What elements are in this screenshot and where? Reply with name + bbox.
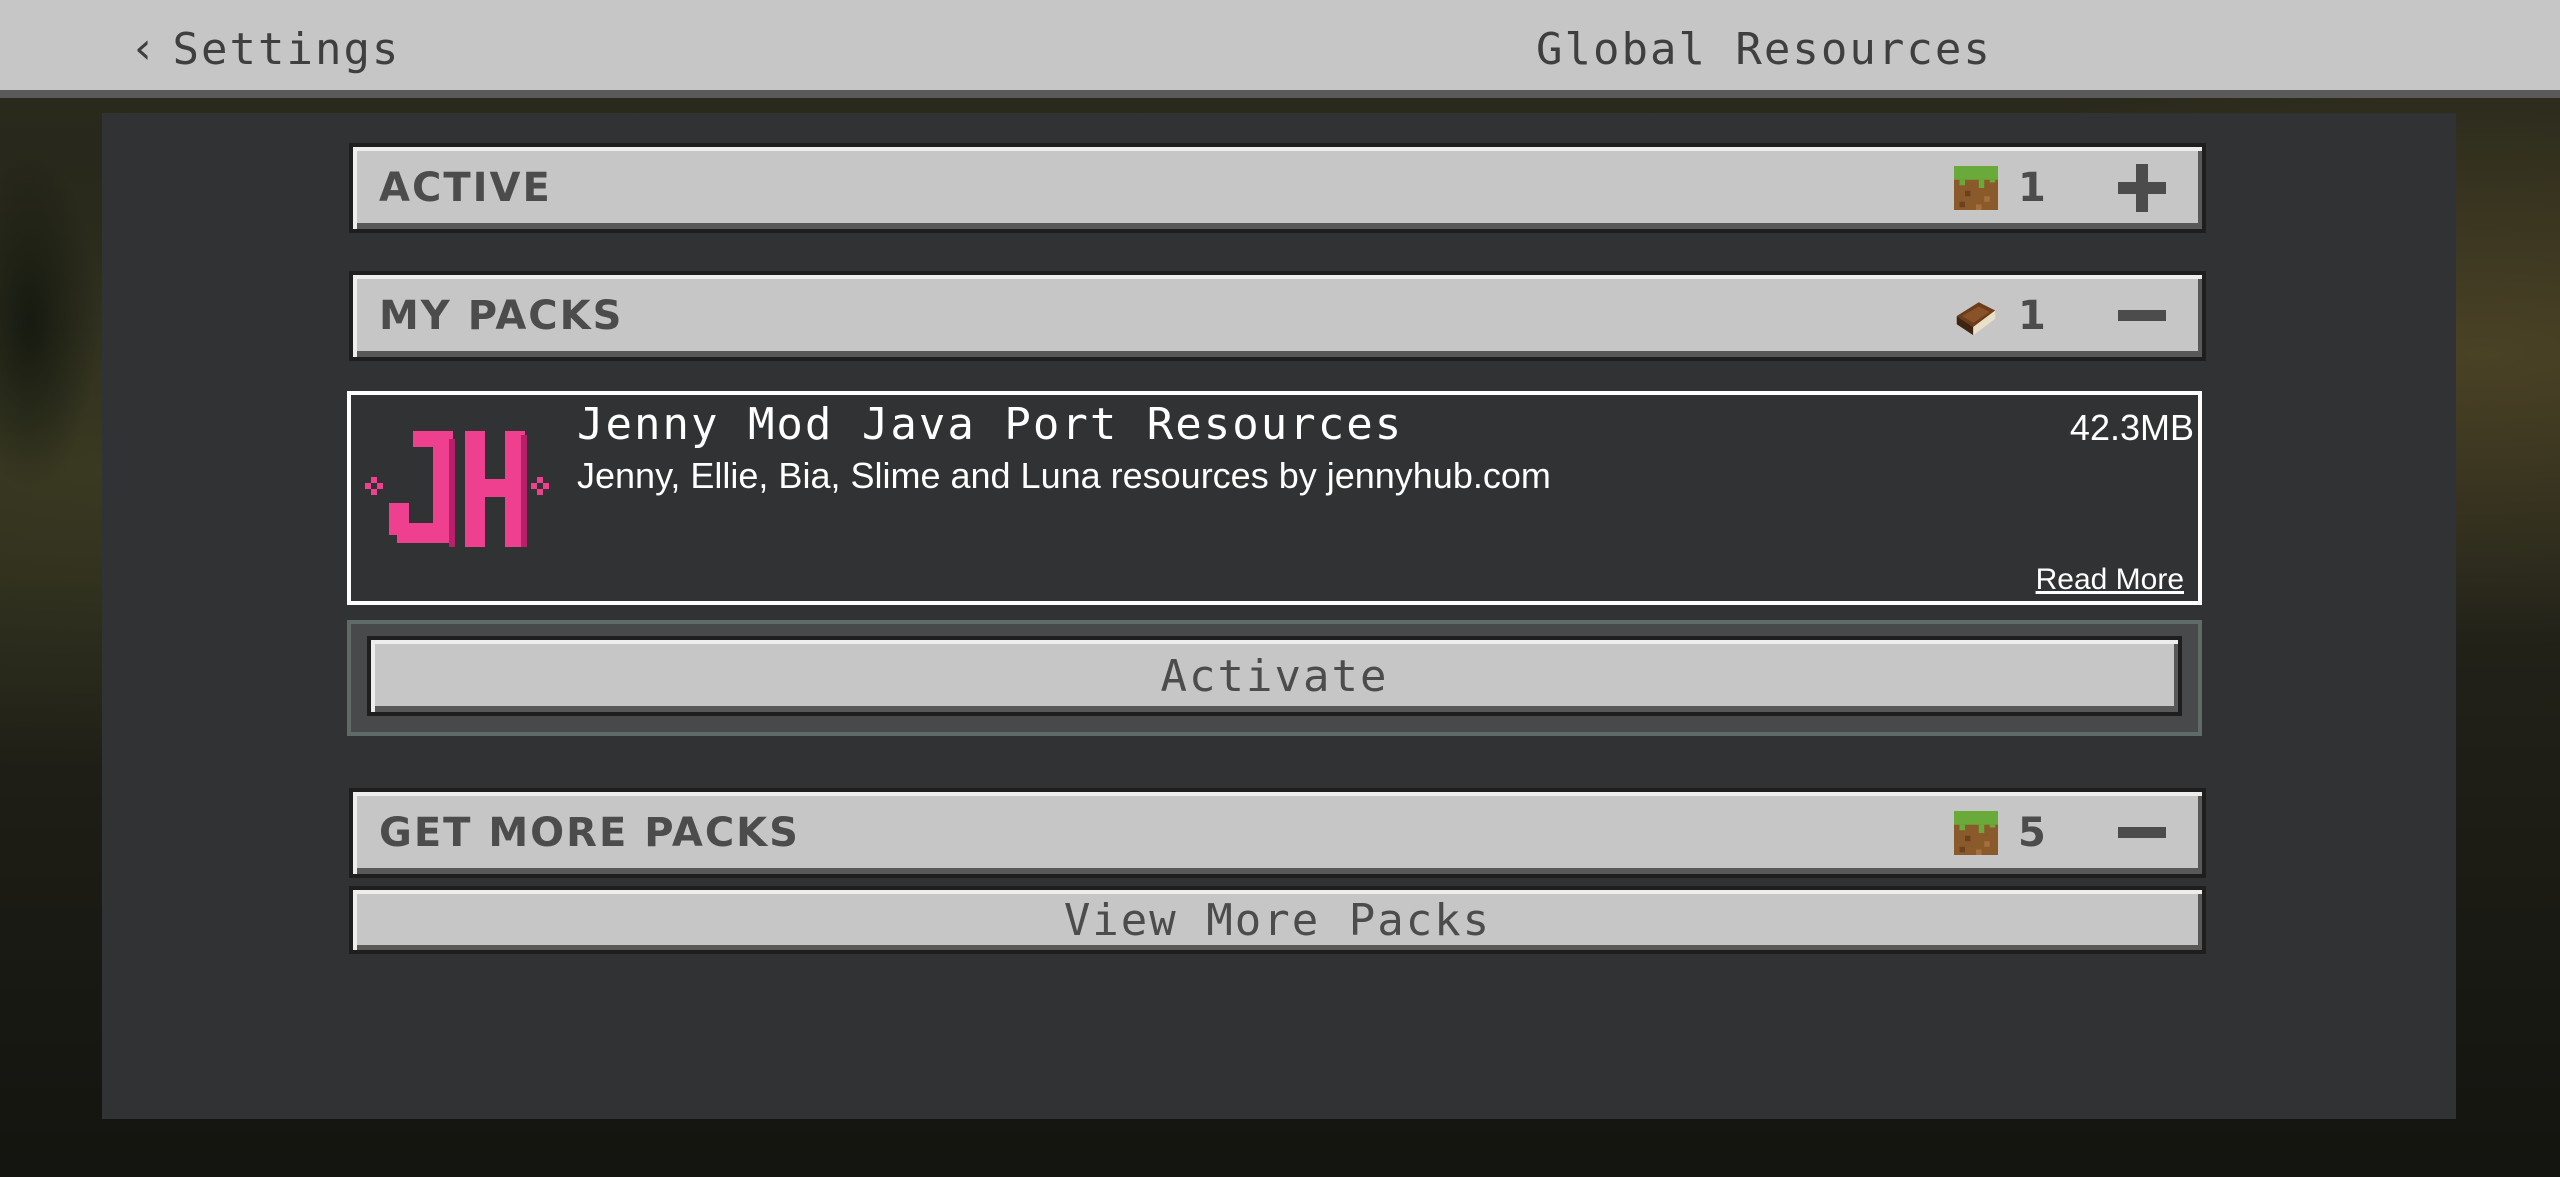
active-section-header[interactable]: ACTIVE 1 (349, 143, 2206, 233)
section-label: MY PACKS (379, 293, 624, 339)
section-controls: 5 (1954, 792, 2172, 874)
back-button[interactable]: ‹ Settings (130, 18, 400, 80)
my-packs-section-header[interactable]: MY PACKS 1 (349, 271, 2206, 361)
section-label: ACTIVE (379, 165, 552, 211)
back-label: Settings (172, 23, 401, 75)
get-more-count: 5 (2018, 810, 2046, 856)
activate-button[interactable]: Activate (367, 636, 2182, 716)
pack-size: 42.3MB (2069, 407, 2194, 448)
read-more-link[interactable]: Read More (2036, 563, 2184, 597)
main-panel (102, 113, 2456, 1119)
page-title: Global Resources (1536, 23, 1992, 75)
pack-name: Jenny Mod Java Port Resources (577, 399, 1404, 450)
pack-card[interactable]: Jenny Mod Java Port Resources Jenny, Ell… (347, 391, 2202, 605)
pack-description: Jenny, Ellie, Bia, Slime and Luna resour… (577, 455, 1551, 496)
my-packs-count: 1 (2018, 293, 2046, 339)
chevron-left-icon: ‹ (130, 23, 159, 74)
minus-icon[interactable] (2112, 803, 2172, 863)
grass-block-icon (1954, 166, 1998, 210)
top-bar: ‹ Settings Global Resources (0, 0, 2560, 98)
grass-block-icon (1954, 811, 1998, 855)
active-count: 1 (2018, 165, 2046, 211)
background-tree (0, 150, 100, 490)
get-more-packs-section-header[interactable]: GET MORE PACKS 5 (349, 788, 2206, 878)
pack-logo-icon (365, 431, 549, 547)
section-controls: 1 (1954, 275, 2172, 357)
plus-icon[interactable] (2112, 158, 2172, 218)
activate-container: Activate (347, 620, 2202, 736)
section-label: GET MORE PACKS (379, 810, 800, 856)
view-more-packs-button[interactable]: View More Packs (349, 886, 2206, 954)
section-controls: 1 (1954, 147, 2172, 229)
book-icon (1956, 302, 1996, 336)
minus-icon[interactable] (2112, 286, 2172, 346)
